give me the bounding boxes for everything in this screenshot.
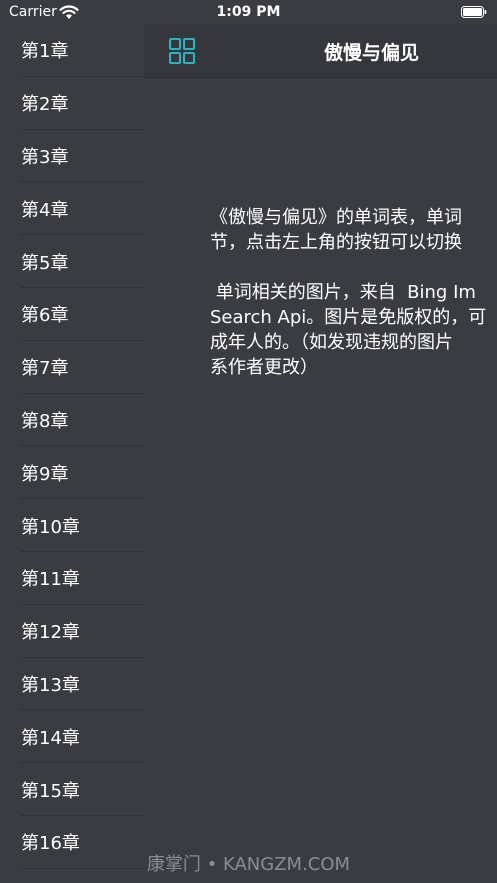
intro-line: 《傲慢与偏见》的单词表，单词 <box>210 207 462 228</box>
chapter-item-1[interactable]: 第1章 <box>0 24 144 77</box>
chapter-sidebar: 第1章 第2章 第3章 第4章 第5章 第6章 第7章 第8章 第9章 第10章… <box>0 0 144 883</box>
chapter-item-10[interactable]: 第10章 <box>0 499 144 552</box>
chapter-item-6[interactable]: 第6章 <box>0 288 144 341</box>
app-screen: Carrier 1:09 PM 第1章 第2章 第3章 第4章 第5章 第6章 … <box>0 0 497 883</box>
chapter-label: 第6章 <box>21 305 69 327</box>
watermark: 康掌门 • KANGZM.COM <box>146 854 351 875</box>
chapter-item-7[interactable]: 第7章 <box>0 341 144 394</box>
chapter-label: 第15章 <box>21 780 80 802</box>
page-title: 傲慢与偏见 <box>324 42 420 64</box>
main-panel: 傲慢与偏见 《傲慢与偏见》的单词表，单词 节，点击左上角的按钮可以切换 单词相关… <box>144 0 497 883</box>
chapter-label: 第12章 <box>21 622 80 644</box>
intro-paragraph-1: 《傲慢与偏见》的单词表，单词 节，点击左上角的按钮可以切换 <box>210 205 497 255</box>
grid-icon[interactable] <box>169 38 195 64</box>
intro-line: 成年人的。（如发现违规的图片 <box>210 332 453 353</box>
chapter-label: 第7章 <box>21 358 69 380</box>
intro-line: 系作者更改） <box>210 357 318 378</box>
chapter-item-15[interactable]: 第15章 <box>0 763 144 816</box>
chapter-item-11[interactable]: 第11章 <box>0 552 144 605</box>
chapter-label: 第5章 <box>21 252 69 274</box>
chapter-label: 第1章 <box>21 41 69 63</box>
status-time: 1:09 PM <box>216 4 281 20</box>
chapter-label: 第8章 <box>21 410 69 432</box>
chapter-label: 第3章 <box>21 146 69 168</box>
chapter-item-13[interactable]: 第13章 <box>0 658 144 711</box>
navigation-bar: 傲慢与偏见 <box>144 24 497 78</box>
chapter-item-14[interactable]: 第14章 <box>0 710 144 763</box>
chapter-list: 第1章 第2章 第3章 第4章 第5章 第6章 第7章 第8章 第9章 第10章… <box>0 24 144 869</box>
chapter-item-2[interactable]: 第2章 <box>0 77 144 130</box>
intro-text: 《傲慢与偏见》的单词表，单词 节，点击左上角的按钮可以切换 单词相关的图片，来自… <box>210 205 497 380</box>
chapter-label: 第2章 <box>21 94 69 116</box>
battery-icon <box>461 6 487 18</box>
intro-paragraph-2: 单词相关的图片，来自 Bing Im Search Api。图片是免版权的，可 … <box>210 280 497 380</box>
chapter-label: 第4章 <box>21 199 69 221</box>
chapter-label: 第9章 <box>21 463 69 485</box>
chapter-label: 第11章 <box>21 569 80 591</box>
chapter-label: 第14章 <box>21 727 80 749</box>
chapter-item-4[interactable]: 第4章 <box>0 182 144 235</box>
intro-line: 单词相关的图片，来自 Bing Im <box>210 282 476 303</box>
chapter-item-12[interactable]: 第12章 <box>0 605 144 658</box>
chapter-label: 第10章 <box>21 516 80 538</box>
status-bar: Carrier 1:09 PM <box>0 0 497 26</box>
chapter-item-8[interactable]: 第8章 <box>0 394 144 447</box>
intro-line: Search Api。图片是免版权的，可 <box>210 307 487 328</box>
chapter-item-5[interactable]: 第5章 <box>0 235 144 288</box>
chapter-item-9[interactable]: 第9章 <box>0 446 144 499</box>
intro-line: 节，点击左上角的按钮可以切换 <box>210 232 462 253</box>
chapter-item-3[interactable]: 第3章 <box>0 130 144 183</box>
chapter-label: 第13章 <box>21 674 80 696</box>
